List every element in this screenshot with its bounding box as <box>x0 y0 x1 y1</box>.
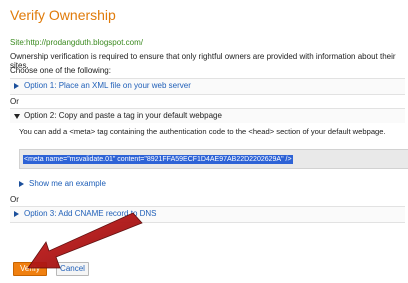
expand-right-icon <box>19 181 24 187</box>
option-3-link[interactable]: Option 3: Add CNAME record to DNS <box>24 209 157 218</box>
show-example-link[interactable]: Show me an example <box>29 179 106 188</box>
collapse-down-icon <box>14 114 20 119</box>
page-title: Verify Ownership <box>10 7 116 23</box>
meta-tag-code[interactable]: <meta name="msvalidate.01" content="8921… <box>23 155 293 164</box>
option-1-link[interactable]: Option 1: Place an XML file on your web … <box>24 81 191 90</box>
or-label: Or <box>10 97 19 106</box>
verify-button[interactable]: Verify <box>13 262 47 276</box>
site-url: Site:http://prodangduth.blogspot.com/ <box>10 38 143 47</box>
or-label: Or <box>10 195 19 204</box>
option-2-label[interactable]: Option 2: Copy and paste a tag in your d… <box>24 111 222 120</box>
option-2-description: You can add a <meta> tag containing the … <box>19 127 386 136</box>
option-3-header[interactable]: Option 3: Add CNAME record to DNS <box>10 206 405 223</box>
expand-right-icon <box>14 83 19 89</box>
option-2-body: You can add a <meta> tag containing the … <box>10 123 408 195</box>
expand-right-icon <box>14 211 19 217</box>
option-1-header[interactable]: Option 1: Place an XML file on your web … <box>10 78 405 95</box>
cancel-button[interactable]: Cancel <box>56 262 89 276</box>
choose-text: Choose one of the following: <box>10 66 111 75</box>
meta-tag-box[interactable]: <meta name="msvalidate.01" content="8921… <box>19 149 408 169</box>
